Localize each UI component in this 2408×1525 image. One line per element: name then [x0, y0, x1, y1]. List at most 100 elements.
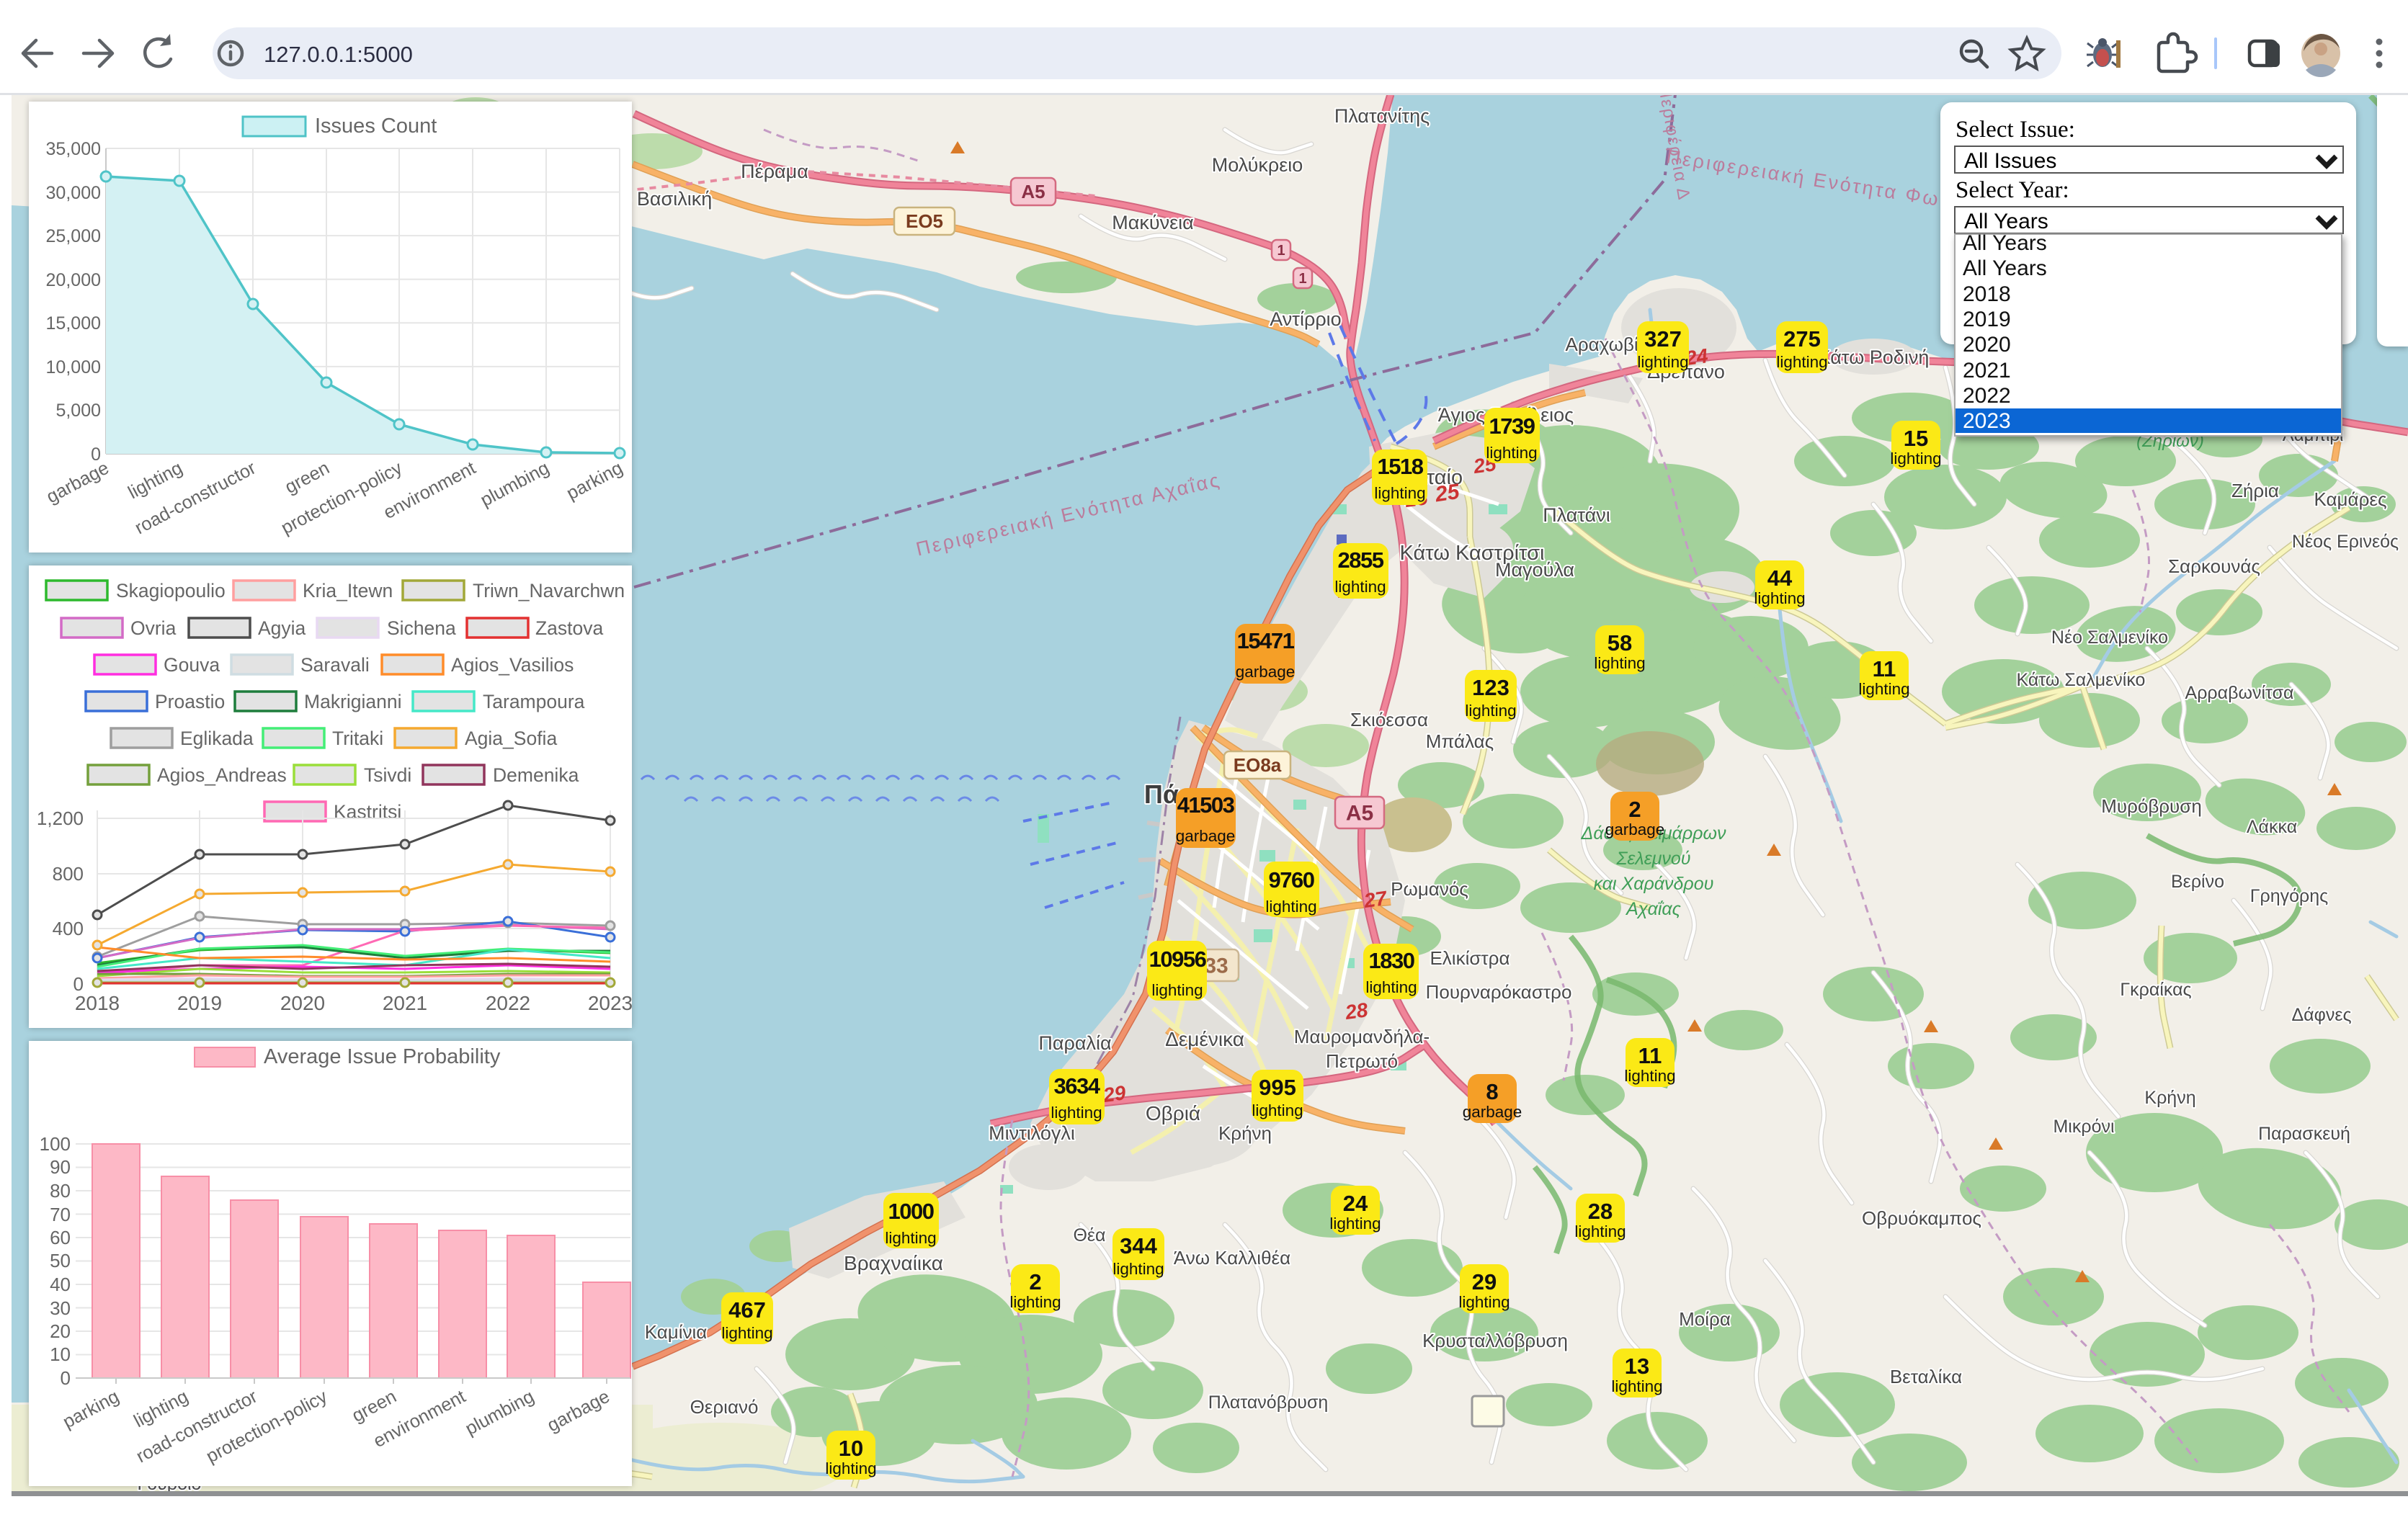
svg-text:995: 995 [1259, 1075, 1296, 1100]
svg-text:Νέος Ερινεός: Νέος Ερινεός [2292, 532, 2399, 552]
svg-text:plumbing: plumbing [477, 458, 553, 511]
svg-text:parking: parking [60, 1387, 122, 1433]
svg-text:Πέραμα: Πέραμα [741, 161, 808, 182]
svg-text:road-constructor: road-constructor [133, 1386, 262, 1467]
svg-text:Θεριανό: Θεριανό [690, 1396, 759, 1418]
svg-text:100: 100 [40, 1133, 71, 1155]
svg-text:30: 30 [50, 1297, 71, 1319]
svg-text:35,000: 35,000 [46, 139, 101, 159]
svg-text:Πλατανόβρυση: Πλατανόβρυση [1208, 1392, 1329, 1413]
svg-text:27: 27 [1362, 887, 1389, 912]
svg-text:EO8a: EO8a [1234, 754, 1282, 776]
svg-text:1,200: 1,200 [37, 808, 84, 829]
svg-text:20: 20 [50, 1320, 71, 1342]
svg-text:road-constructor: road-constructor [132, 457, 260, 538]
svg-text:29: 29 [1472, 1269, 1497, 1294]
svg-text:Tsivdi: Tsivdi [364, 764, 411, 786]
svg-text:lighting: lighting [1858, 680, 1909, 698]
svg-text:1739: 1739 [1489, 413, 1535, 439]
svg-text:lighting: lighting [1252, 1101, 1303, 1119]
svg-text:41503: 41503 [1177, 792, 1235, 818]
svg-text:Agyia: Agyia [258, 617, 306, 639]
svg-text:15,000: 15,000 [46, 313, 101, 334]
svg-text:Κάτω Ροδινή: Κάτω Ροδινή [1818, 346, 1930, 368]
svg-text:40: 40 [50, 1274, 71, 1295]
svg-text:lighting: lighting [1458, 1293, 1510, 1311]
svg-text:80: 80 [50, 1180, 71, 1202]
svg-text:Tritaki: Tritaki [332, 728, 383, 749]
svg-text:Average Issue Probability: Average Issue Probability [264, 1045, 501, 1068]
svg-text:Γρηγόρης: Γρηγόρης [2250, 886, 2328, 906]
svg-text:Σκιόεσσα: Σκιόεσσα [1350, 709, 1428, 730]
svg-text:Πλατάνι: Πλατάνι [1543, 504, 1610, 526]
svg-text:1518: 1518 [1378, 454, 1424, 479]
svg-text:Sichena: Sichena [387, 617, 456, 639]
svg-text:1830: 1830 [1369, 948, 1414, 973]
svg-text:Μολύκρειο: Μολύκρειο [1212, 154, 1303, 176]
svg-text:0: 0 [61, 1367, 71, 1389]
svg-text:plumbing: plumbing [462, 1387, 538, 1439]
svg-text:800: 800 [53, 863, 84, 885]
svg-text:Πετρωτό: Πετρωτό [1326, 1050, 1398, 1072]
svg-text:lighting: lighting [1611, 1377, 1662, 1395]
svg-text:29: 29 [1101, 1081, 1128, 1106]
svg-text:Μαυρομανδήλα-: Μαυρομανδήλα- [1294, 1026, 1430, 1047]
svg-text:10: 10 [50, 1343, 71, 1365]
svg-text:Skagiopoulio: Skagiopoulio [116, 580, 226, 601]
svg-text:Μοίρα: Μοίρα [1679, 1308, 1731, 1330]
svg-text:11: 11 [1638, 1043, 1662, 1068]
svg-text:lighting: lighting [1637, 353, 1688, 371]
svg-text:2022: 2022 [486, 992, 530, 1014]
svg-text:8: 8 [1486, 1079, 1498, 1104]
svg-text:Δάφνες: Δάφνες [2291, 1005, 2351, 1025]
svg-text:Γκραίκας: Γκραίκας [2120, 980, 2191, 1000]
svg-text:Καμίνια: Καμίνια [645, 1321, 708, 1343]
svg-text:lighting: lighting [1486, 444, 1537, 462]
svg-text:344: 344 [1120, 1233, 1157, 1258]
svg-text:Σελεμνού: Σελεμνού [1615, 849, 1690, 869]
svg-text:Βερίνο: Βερίνο [2171, 872, 2224, 892]
svg-text:lighting: lighting [1594, 654, 1645, 672]
svg-text:11: 11 [1873, 656, 1896, 681]
svg-text:Ovria: Ovria [130, 617, 177, 639]
svg-text:2021: 2021 [383, 992, 427, 1014]
svg-text:Triwn_Navarchwn: Triwn_Navarchwn [473, 580, 625, 601]
svg-text:lighting: lighting [721, 1324, 772, 1342]
svg-text:1000: 1000 [888, 1199, 934, 1224]
svg-text:Άνω Καλλιθέα: Άνω Καλλιθέα [1174, 1247, 1290, 1269]
svg-text:2855: 2855 [1338, 547, 1384, 573]
svg-text:A5: A5 [1346, 802, 1373, 826]
svg-text:Οβρυόκαμπος: Οβρυόκαμπος [1862, 1207, 1981, 1229]
svg-text:A5: A5 [1021, 181, 1045, 202]
svg-text:275: 275 [1783, 326, 1821, 352]
svg-text:9760: 9760 [1269, 867, 1314, 893]
svg-text:lighting: lighting [1112, 1260, 1164, 1278]
svg-text:protection-policy: protection-policy [203, 1386, 331, 1467]
svg-text:2: 2 [1628, 797, 1641, 822]
svg-text:30,000: 30,000 [46, 183, 101, 203]
svg-text:garbage: garbage [1605, 820, 1665, 838]
svg-text:Ζήρια: Ζήρια [2231, 480, 2279, 501]
svg-text:Μαγούλα: Μαγούλα [1495, 559, 1574, 581]
svg-text:lighting: lighting [1051, 1104, 1102, 1122]
svg-text:90: 90 [50, 1156, 71, 1178]
svg-text:Βραχναίικα: Βραχναίικα [844, 1252, 943, 1274]
svg-text:Δεμένικα: Δεμένικα [1165, 1028, 1244, 1050]
svg-text:Νέο Σαλμενίκο: Νέο Σαλμενίκο [2051, 627, 2168, 648]
svg-text:Issues Count: Issues Count [315, 115, 437, 138]
svg-text:20,000: 20,000 [46, 270, 101, 290]
svg-text:garbage: garbage [43, 458, 112, 508]
svg-text:1: 1 [1298, 271, 1306, 287]
svg-text:28: 28 [1343, 998, 1370, 1024]
svg-text:protection-policy: protection-policy [278, 457, 406, 538]
svg-text:Makrigianni: Makrigianni [304, 691, 402, 712]
svg-text:400: 400 [53, 918, 84, 939]
svg-text:13: 13 [1625, 1354, 1649, 1379]
svg-text:25: 25 [1433, 480, 1462, 507]
svg-text:44: 44 [1767, 565, 1793, 591]
svg-text:Πά: Πά [1144, 779, 1179, 809]
svg-text:Σαρκουνάς: Σαρκουνάς [2168, 555, 2260, 577]
svg-text:Μιντιλόγλι: Μιντιλόγλι [989, 1122, 1075, 1144]
svg-text:Παρασκευή: Παρασκευή [2258, 1124, 2350, 1144]
svg-text:lighting: lighting [1890, 450, 1941, 468]
